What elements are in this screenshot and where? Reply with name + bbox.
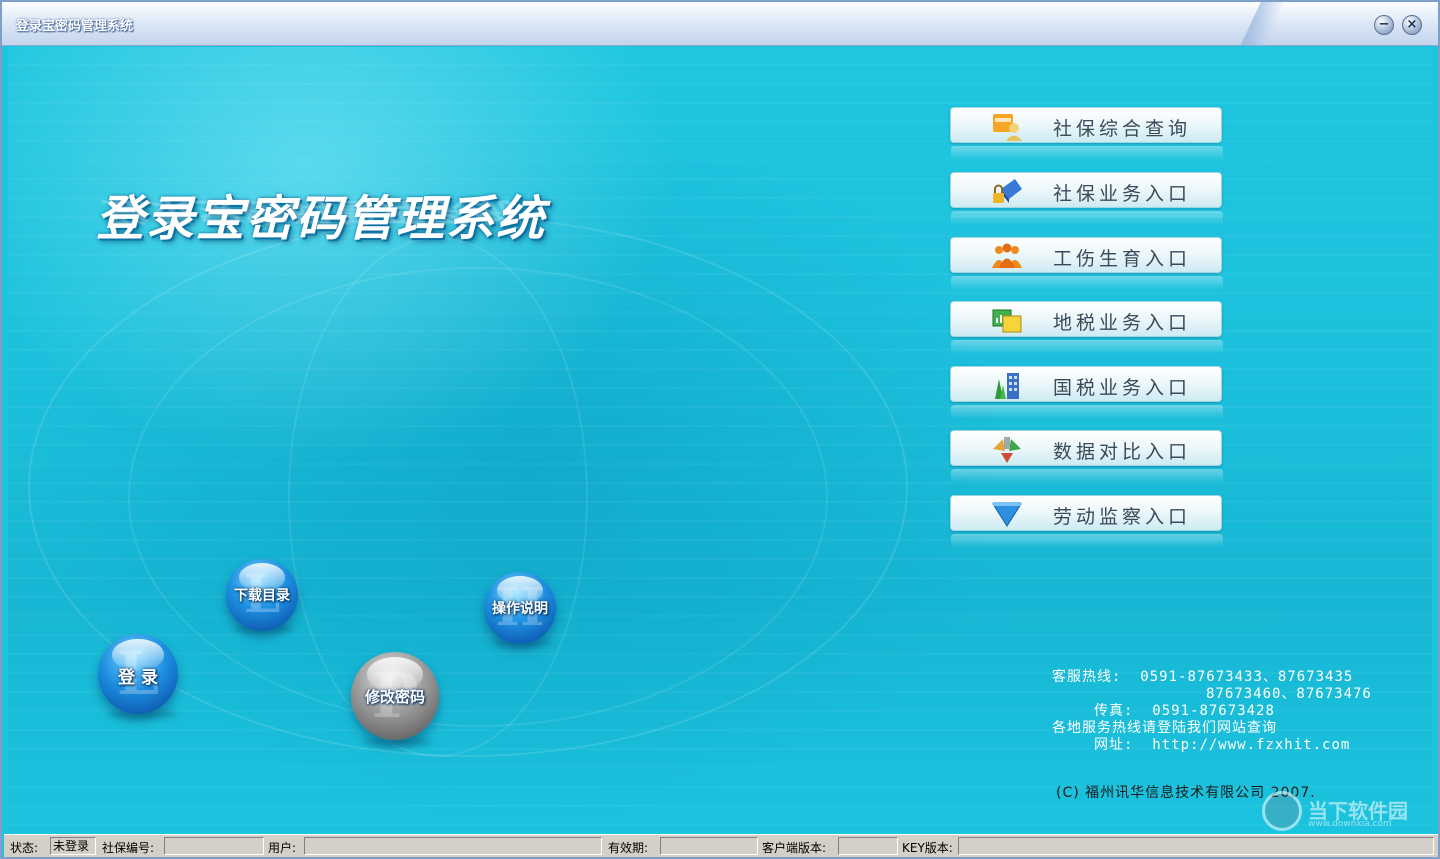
login-button[interactable]: L 登 录 xyxy=(98,634,178,714)
ss-number-label: 社保编号: xyxy=(102,841,155,855)
person-folder-icon xyxy=(993,114,1022,141)
fax-label: 传真: xyxy=(1094,703,1134,719)
menu-item-reflection xyxy=(951,469,1223,483)
app-window: 登录宝密码管理系统 − × 登录宝密码管理系统 登录宝密码管理系统 社保综合查询 xyxy=(0,0,1440,859)
service-note: 各地服务热线请登陆我们网站查询 xyxy=(1052,720,1277,736)
title-bar[interactable]: 登录宝密码管理系统 − × xyxy=(2,2,1438,46)
menu-item-labor-inspection-entry[interactable]: 劳动监察入口 xyxy=(950,495,1223,548)
watermark-logo-icon xyxy=(1262,791,1302,831)
user-value xyxy=(304,837,602,855)
hotline-1: 0591-87673433、87673435 xyxy=(1140,669,1354,685)
menu-item-reflection xyxy=(951,146,1223,160)
hotline-label: 客服热线: xyxy=(1052,669,1122,685)
menu-item-label: 国税业务入口 xyxy=(1053,377,1192,399)
lock-card-icon xyxy=(993,179,1022,203)
client-version-value xyxy=(838,837,898,855)
menu-item-label: 工伤生育入口 xyxy=(1053,248,1192,270)
expiry-label: 有效期: xyxy=(608,841,649,855)
menu-item-label: 社保综合查询 xyxy=(1053,118,1192,140)
menu-item-reflection xyxy=(951,340,1223,354)
menu-item-reflection xyxy=(951,276,1223,290)
menu-item-reflection xyxy=(951,534,1223,548)
key-version-value xyxy=(958,837,1434,855)
menu-item-label: 社保业务入口 xyxy=(1053,183,1192,205)
status-label: 状态: xyxy=(10,841,39,855)
chart-folders-icon xyxy=(992,309,1022,333)
download-catalog-button[interactable]: L 下载目录 xyxy=(226,559,298,631)
funnel-icon xyxy=(992,502,1022,527)
status-bar: 状态: 未登录 社保编号: 用户: 有效期: 客户端版本: KEY版本: xyxy=(4,834,1438,857)
download-label: 下载目录 xyxy=(234,588,290,604)
title-decoration xyxy=(1208,2,1318,46)
menu-item-social-insurance-query[interactable]: 社保综合查询 xyxy=(950,107,1223,160)
operation-manual-button[interactable]: H 操作说明 xyxy=(484,572,556,644)
people-group-icon xyxy=(992,243,1022,268)
site-watermark: 当下软件园 www.downxia.com xyxy=(1248,791,1428,831)
user-label: 用户: xyxy=(268,841,297,855)
client-version-label: 客户端版本: xyxy=(762,841,827,855)
watermark-url: www.downxia.com xyxy=(1308,819,1392,829)
manual-label: 操作说明 xyxy=(492,601,548,617)
menu-item-national-tax-entry[interactable]: 国税业务入口 xyxy=(950,366,1223,419)
main-panel: 登录宝密码管理系统 登录宝密码管理系统 社保综合查询 社保业务入口 工伤生育入口… xyxy=(8,47,1432,832)
status-value: 未登录 xyxy=(50,837,96,855)
compare-arrows-icon xyxy=(993,437,1021,463)
menu-item-social-insurance-entry[interactable]: 社保业务入口 xyxy=(950,172,1223,225)
ss-number-value xyxy=(164,837,264,855)
expiry-value xyxy=(660,837,758,855)
menu-item-data-compare-entry[interactable]: 数据对比入口 xyxy=(950,430,1223,483)
menu-item-work-injury-maternity-entry[interactable]: 工伤生育入口 xyxy=(950,237,1223,290)
hotline-2: 87673460、87673476 xyxy=(1206,686,1372,702)
contact-info: 客服热线: 0591-87673433、87673435 87673460、87… xyxy=(1052,669,1372,754)
menu-item-local-tax-entry[interactable]: 地税业务入口 xyxy=(950,301,1223,354)
login-label: 登 录 xyxy=(118,668,158,688)
minimize-button[interactable]: − xyxy=(1374,15,1394,35)
close-button[interactable]: × xyxy=(1402,15,1422,35)
website-label: 网址: xyxy=(1094,737,1134,753)
window-title: 登录宝密码管理系统 xyxy=(16,19,134,34)
key-version-label: KEY版本: xyxy=(902,841,953,855)
menu-item-label: 劳动监察入口 xyxy=(1053,506,1192,528)
menu-item-reflection xyxy=(951,211,1223,225)
menu-item-label: 地税业务入口 xyxy=(1053,312,1192,334)
fax-number: 0591-87673428 xyxy=(1152,703,1275,719)
website-link[interactable]: http://www.fzxhit.com xyxy=(1152,737,1350,753)
menu-item-label: 数据对比入口 xyxy=(1053,441,1192,463)
building-trees-icon xyxy=(995,373,1019,399)
menu-item-reflection xyxy=(951,405,1223,419)
app-logo-reflection: 登录宝密码管理系统 xyxy=(100,195,514,227)
change-password-button[interactable]: P 修改密码 xyxy=(351,652,439,740)
change-password-label: 修改密码 xyxy=(364,688,425,706)
